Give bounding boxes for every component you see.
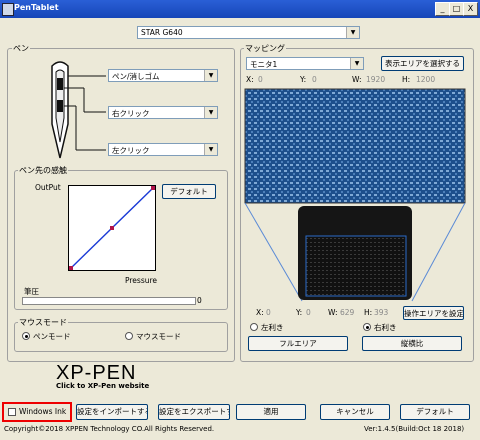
tablet-h-value: 393 [374,308,389,317]
tablet-w-label: W: [328,308,338,317]
pressure-default-button[interactable]: デフォルト [162,184,216,199]
pressure-curve[interactable] [68,185,156,271]
display-w-value: 1920 [366,75,386,84]
mouse-mode-radio[interactable] [125,332,133,340]
maximize-button[interactable]: □ [449,2,464,16]
right-hand-radio[interactable] [363,323,371,331]
output-axis-label: OutPut [35,183,61,192]
apply-button[interactable]: 適用 [236,404,306,420]
version-text: Ver:1.4.5(Build:Oct 18 2018) [364,425,465,433]
title-bar: PenTablet _ □ X [0,0,480,18]
pen-lower-button-value: 左クリック [112,146,150,155]
display-x-label: X: [246,75,254,84]
tablet-area-coords: X: 0 Y: 0 W: 629 H: 393 [256,308,406,318]
mapping-group-label: マッピング [244,43,286,54]
pen-group-label: ペン [12,43,30,54]
pen-mode-label: ペンモード [33,332,71,341]
tablet-x-label: X: [256,308,264,317]
windows-ink-checkbox[interactable] [8,408,16,416]
display-w-label: W: [352,75,362,84]
export-settings-button[interactable]: 設定をエクスポートする [158,404,230,420]
close-button[interactable]: X [463,2,478,16]
tablet-w-value: 629 [340,308,355,317]
tablet-h-label: H: [364,308,373,317]
pressure-group-label: ペン先の感触 [18,165,68,176]
curve-point-mid[interactable] [110,226,114,230]
minimize-button[interactable]: _ [435,2,450,16]
chevron-down-icon: ▼ [204,70,217,81]
chevron-down-icon: ▼ [204,144,217,155]
display-h-label: H: [402,75,411,84]
xppen-website-link[interactable]: Click to XP-Pen website [56,382,149,390]
default-button[interactable]: デフォルト [400,404,470,420]
right-hand-label: 右利き [374,323,397,332]
pen-pressure-bar [22,297,196,305]
tablet-y-value: 0 [306,308,311,317]
mouse-mode-group-label: マウスモード [18,317,68,328]
chevron-down-icon: ▼ [346,27,359,38]
pen-pressure-label: 筆圧 [24,287,39,296]
aspect-ratio-button[interactable]: 縦横比 [362,336,462,351]
pen-middle-button-select[interactable]: 右クリック ▼ [108,106,218,119]
device-select[interactable]: STAR G640 ▼ [137,26,360,39]
display-x-value: 0 [258,75,263,84]
mouse-mode-label: マウスモード [136,332,181,341]
copyright-text: Copyright©2018 XPPEN Technology CO.All R… [4,425,215,433]
display-area-coords: X: 0 Y: 0 W: 1920 H: 1200 [246,75,468,85]
full-area-button[interactable]: フルエリア [248,336,348,351]
tablet-y-label: Y: [296,308,303,317]
display-h-value: 1200 [416,75,436,84]
curve-point-end[interactable] [151,186,155,190]
pen-lower-button-select[interactable]: 左クリック ▼ [108,143,218,156]
pressure-axis-label: Pressure [125,276,158,285]
pen-middle-button-value: 右クリック [112,109,150,118]
left-hand-radio[interactable] [250,323,258,331]
curve-point-start[interactable] [69,266,73,270]
monitor-select-value: モニタ1 [250,60,278,69]
mapping-preview [244,88,466,302]
pen-illustration [51,61,106,159]
pen-mode-radio[interactable] [22,332,30,340]
device-select-value: STAR G640 [141,28,183,37]
app-icon [2,3,14,16]
chevron-down-icon: ▼ [204,107,217,118]
display-area-rect[interactable] [244,88,466,204]
display-y-label: Y: [300,75,307,84]
select-display-area-button[interactable]: 表示エリアを選択する [381,56,464,71]
display-y-value: 0 [312,75,317,84]
import-settings-button[interactable]: 設定をインポートする [76,404,148,420]
left-hand-label: 左利き [261,323,284,332]
pen-upper-button-select[interactable]: ペン/消しゴム ▼ [108,69,218,82]
chevron-down-icon: ▼ [350,58,363,69]
windows-ink-label: Windows Ink [19,407,67,416]
tablet-active-area[interactable] [305,235,407,297]
pen-pressure-value: 0 [197,296,202,305]
cancel-button[interactable]: キャンセル [320,404,390,420]
window-title: PenTablet [14,3,59,12]
tablet-x-value: 0 [266,308,271,317]
pen-upper-button-value: ペン/消しゴム [112,72,160,81]
monitor-select[interactable]: モニタ1 ▼ [246,57,364,70]
set-operation-area-button[interactable]: 操作エリアを設定 [403,306,464,320]
